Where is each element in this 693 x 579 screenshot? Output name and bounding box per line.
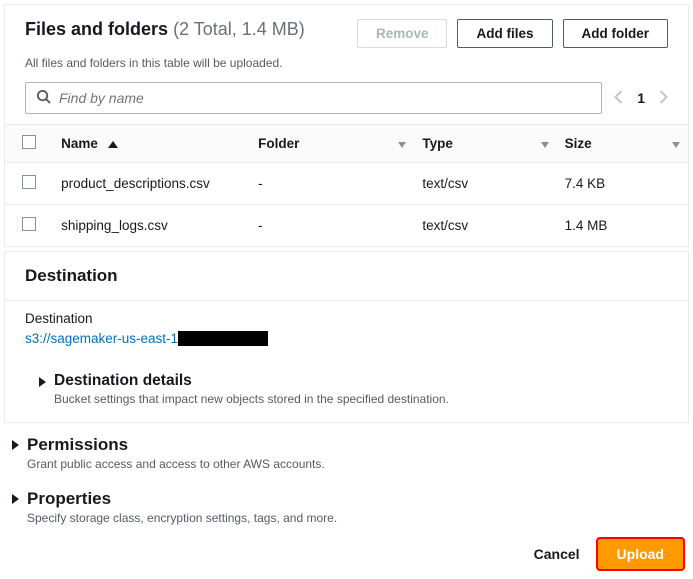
chevron-right-icon: [39, 377, 46, 387]
files-panel-header: Files and folders (2 Total, 1.4 MB) Remo…: [5, 5, 688, 56]
col-folder[interactable]: Folder: [258, 136, 299, 151]
destination-details-expander[interactable]: Destination details Bucket settings that…: [5, 364, 688, 422]
permissions-title: Permissions: [27, 435, 325, 455]
cell-name: shipping_logs.csv: [53, 205, 250, 247]
chevron-right-icon: [12, 440, 19, 450]
remove-button[interactable]: Remove: [357, 19, 448, 48]
col-size[interactable]: Size: [565, 136, 592, 151]
row-checkbox[interactable]: [22, 175, 36, 189]
files-folders-panel: Files and folders (2 Total, 1.4 MB) Remo…: [4, 4, 689, 247]
files-panel-summary: (2 Total, 1.4 MB): [173, 19, 305, 39]
permissions-sub: Grant public access and access to other …: [27, 457, 325, 471]
destination-label: Destination: [25, 311, 668, 326]
add-folder-button[interactable]: Add folder: [563, 19, 669, 48]
col-type[interactable]: Type: [422, 136, 453, 151]
cell-folder: -: [250, 205, 414, 247]
sort-icon: [541, 142, 549, 148]
files-panel-subtitle: All files and folders in this table will…: [5, 56, 688, 82]
permissions-expander[interactable]: Permissions Grant public access and acce…: [0, 427, 693, 473]
properties-title: Properties: [27, 489, 337, 509]
properties-expander[interactable]: Properties Specify storage class, encryp…: [0, 481, 693, 527]
sort-icon: [672, 142, 680, 148]
files-table: Name Folder Type Size: [5, 124, 688, 246]
destination-details-title: Destination details: [54, 372, 449, 390]
page-prev-icon[interactable]: [614, 90, 623, 107]
sort-asc-icon: [108, 141, 118, 148]
cell-name: product_descriptions.csv: [53, 163, 250, 205]
cell-size: 1.4 MB: [557, 205, 688, 247]
sort-icon: [398, 142, 406, 148]
col-name[interactable]: Name: [61, 136, 98, 151]
pagination: 1: [614, 90, 668, 107]
page-number: 1: [637, 90, 645, 106]
cancel-button[interactable]: Cancel: [534, 546, 580, 562]
destination-link[interactable]: s3://sagemaker-us-east-1: [25, 331, 268, 346]
table-row: shipping_logs.csv - text/csv 1.4 MB: [5, 205, 688, 247]
destination-panel: Destination Destination s3://sagemaker-u…: [4, 251, 689, 423]
cell-type: text/csv: [414, 163, 556, 205]
destination-title: Destination: [25, 266, 668, 286]
properties-sub: Specify storage class, encryption settin…: [27, 511, 337, 525]
cell-folder: -: [250, 163, 414, 205]
footer: Cancel Upload: [0, 527, 693, 579]
upload-button[interactable]: Upload: [598, 539, 683, 569]
table-row: product_descriptions.csv - text/csv 7.4 …: [5, 163, 688, 205]
search-box[interactable]: [25, 82, 602, 114]
cell-size: 7.4 KB: [557, 163, 688, 205]
row-checkbox[interactable]: [22, 217, 36, 231]
add-files-button[interactable]: Add files: [457, 19, 552, 48]
chevron-right-icon: [12, 494, 19, 504]
destination-details-sub: Bucket settings that impact new objects …: [54, 392, 449, 406]
search-icon: [36, 89, 59, 107]
select-all-checkbox[interactable]: [22, 135, 36, 149]
files-panel-title: Files and folders: [25, 19, 168, 39]
search-input[interactable]: [59, 90, 591, 106]
redacted-region: [178, 331, 268, 346]
page-next-icon[interactable]: [659, 90, 668, 107]
cell-type: text/csv: [414, 205, 556, 247]
